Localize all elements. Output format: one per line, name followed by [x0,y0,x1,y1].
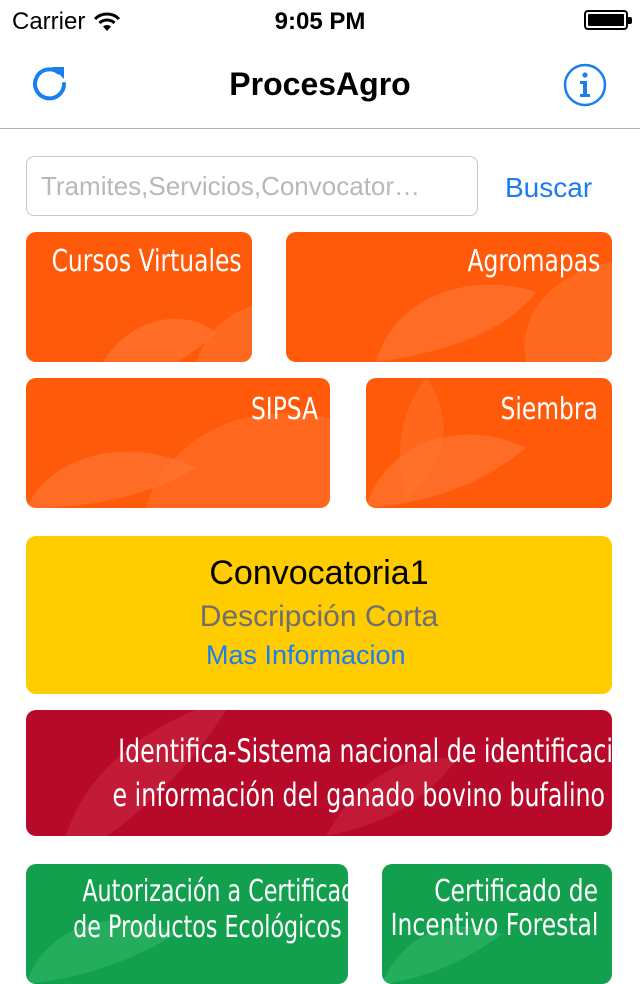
mas-informacion-link[interactable]: Mas Informacion [206,640,406,671]
tile-label: Siembra [500,392,598,427]
certificado-line1: Certificado de [434,874,598,909]
tile-cursos-virtuales[interactable]: Cursos Virtuales [26,232,252,362]
battery-icon [584,10,632,30]
tile-autorizacion-certificadoras[interactable]: Autorización a Certificadoras de Product… [26,864,348,984]
tile-label: Cursos Virtuales [52,244,242,279]
tile-agromapas[interactable]: Agromapas [286,232,612,362]
navigation-bar: ProcesAgro [0,40,640,129]
search-input[interactable] [26,156,478,216]
autorizacion-line2: de Productos Ecológicos [73,910,342,945]
page-title: ProcesAgro [229,66,411,102]
autorizacion-line1: Autorización a Certificadoras [82,874,348,909]
identifica-line2: e información del ganado bovino bufalino [112,776,606,814]
convocatoria-description: Descripción Corta [199,600,439,633]
convocatoria-card: Convocatoria1 Descripción Corta Mas Info… [26,536,612,694]
tile-identifica[interactable]: Identifica-Sistema nacional de identific… [26,710,612,836]
info-icon[interactable] [562,62,608,108]
tile-siembra[interactable]: Siembra [366,378,612,508]
certificado-line2: Incentivo Forestal [390,908,598,943]
convocatoria-title: Convocatoria1 [209,554,429,592]
leaf-decoration-icon [66,710,456,836]
tile-label: Agromapas [467,244,600,279]
status-bar: Carrier 9:05 PM [0,0,640,40]
tile-sipsa[interactable]: SIPSA [26,378,330,508]
tile-certificado-incentivo-forestal[interactable]: Certificado de Incentivo Forestal [382,864,612,984]
status-time: 9:05 PM [274,8,366,35]
search-button[interactable]: Buscar [505,172,592,204]
tile-label: SIPSA [250,392,318,427]
identifica-line1: Identifica-Sistema nacional de identific… [118,732,612,770]
